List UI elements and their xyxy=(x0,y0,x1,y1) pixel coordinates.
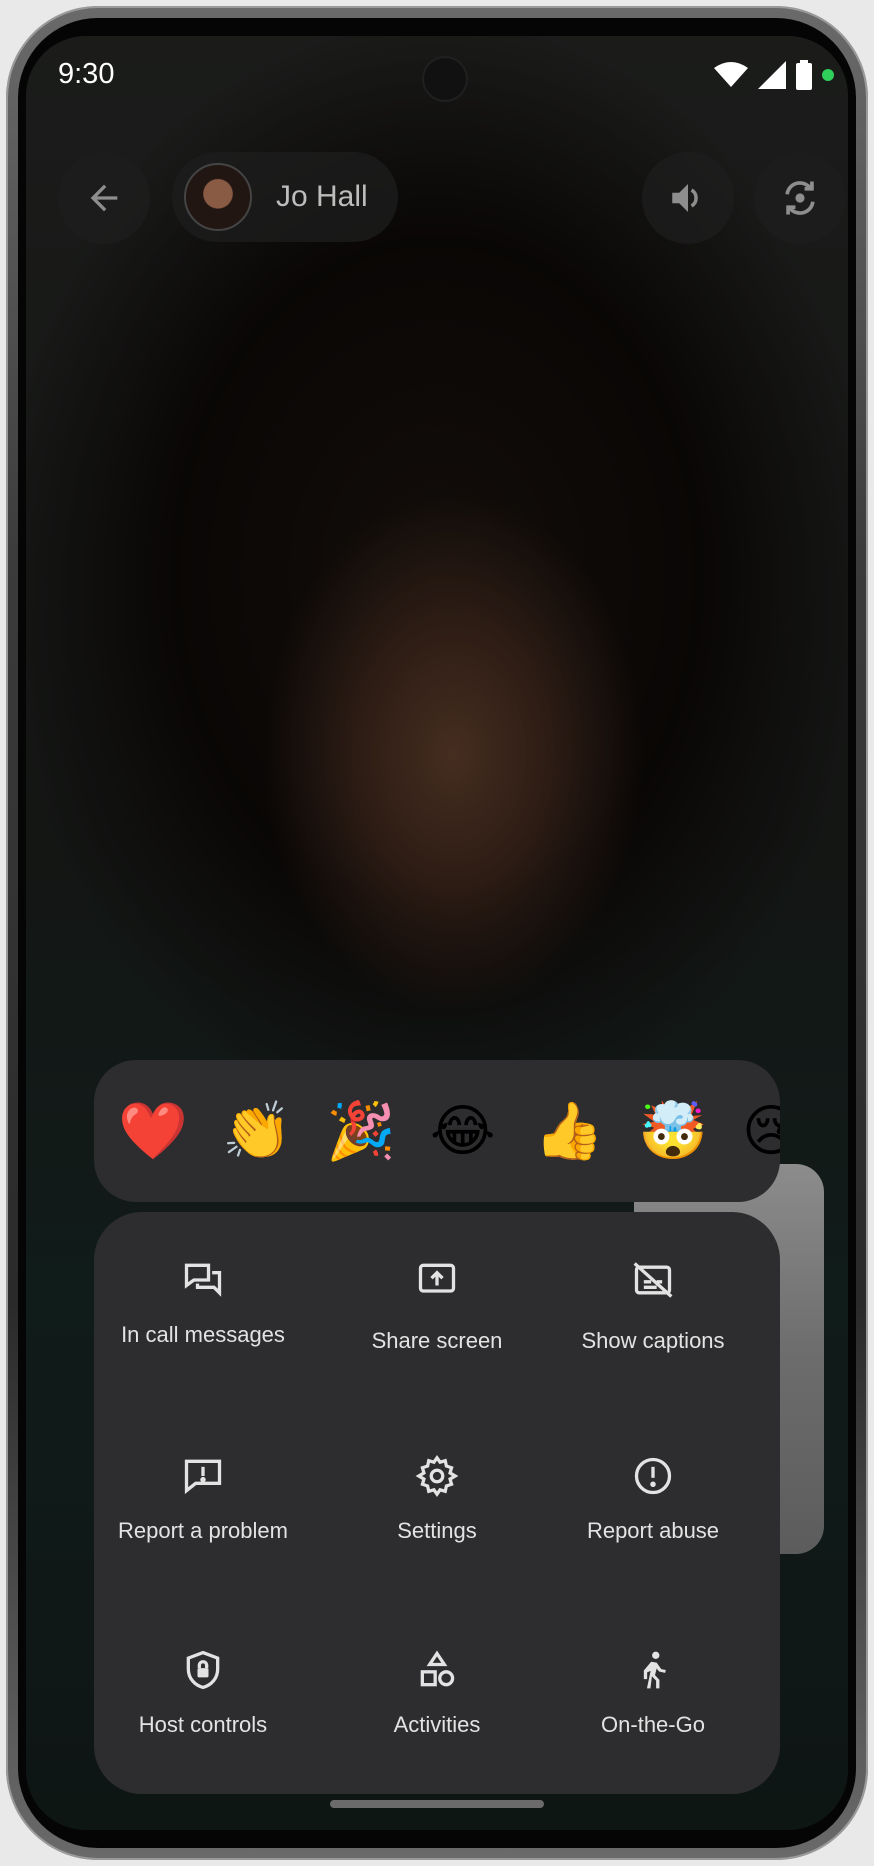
menu-label: Report a problem xyxy=(118,1518,288,1543)
menu-label: Show captions xyxy=(581,1328,725,1353)
front-camera xyxy=(424,58,466,100)
menu-label: Share screen xyxy=(371,1328,503,1353)
menu-item-show-captions[interactable]: Show captions xyxy=(548,1252,758,1357)
cell-signal-icon xyxy=(758,61,786,89)
walking-person-icon xyxy=(548,1642,758,1698)
menu-item-on-the-go[interactable]: On-the-Go xyxy=(548,1642,758,1741)
reaction-party[interactable]: 🎉 xyxy=(326,1096,430,1166)
menu-item-in-call-messages[interactable]: In call messages xyxy=(98,1252,308,1351)
call-options-menu: In call messages Share screen Show capti… xyxy=(94,1212,780,1794)
menu-label: On-the-Go xyxy=(601,1712,705,1737)
menu-label: In call messages xyxy=(121,1322,285,1347)
menu-item-host-controls[interactable]: Host controls xyxy=(98,1642,308,1741)
status-icons xyxy=(714,60,834,90)
menu-label: Settings xyxy=(397,1518,477,1543)
shapes-icon xyxy=(332,1642,542,1698)
shield-lock-icon xyxy=(98,1642,308,1698)
captions-off-icon xyxy=(548,1252,758,1308)
arrow-back-icon xyxy=(90,184,118,212)
reactions-track: ❤️ 👏 🎉 😂 👍 🤯 😢 xyxy=(118,1096,780,1166)
reaction-clap[interactable]: 👏 xyxy=(222,1096,326,1166)
reaction-heart[interactable]: ❤️ xyxy=(118,1096,222,1166)
back-button[interactable] xyxy=(58,152,150,244)
menu-item-report-abuse[interactable]: Report abuse xyxy=(548,1448,758,1547)
alert-circle-icon xyxy=(548,1448,758,1504)
gear-icon xyxy=(332,1448,542,1504)
reaction-laugh[interactable]: 😂 xyxy=(430,1096,534,1166)
menu-label: Host controls xyxy=(138,1712,268,1737)
switch-camera-button[interactable] xyxy=(754,152,846,244)
home-indicator[interactable] xyxy=(330,1800,544,1808)
participant-name: Jo Hall xyxy=(276,180,368,213)
flip-camera-icon xyxy=(785,181,815,215)
reaction-mind-blown[interactable]: 🤯 xyxy=(638,1096,742,1166)
chat-bubbles-icon xyxy=(98,1252,308,1308)
video-call-screen: 9:30 Jo Hall ❤️ 👏 🎉 😂 👍 🤯 😢 In call mess… xyxy=(26,36,848,1830)
volume-icon xyxy=(672,184,698,212)
reaction-cry[interactable]: 😢 xyxy=(742,1096,780,1166)
privacy-indicator-dot xyxy=(822,69,834,81)
battery-icon xyxy=(796,60,812,90)
menu-label: Activities xyxy=(393,1712,481,1737)
wifi-icon xyxy=(714,62,748,87)
share-screen-icon xyxy=(332,1252,542,1308)
report-feedback-icon xyxy=(98,1448,308,1504)
menu-item-share-screen[interactable]: Share screen xyxy=(332,1252,542,1357)
participant-chip[interactable]: Jo Hall xyxy=(172,152,398,242)
status-time: 9:30 xyxy=(58,58,115,90)
speaker-button[interactable] xyxy=(642,152,734,244)
participant-avatar xyxy=(184,163,252,231)
reactions-bar: ❤️ 👏 🎉 😂 👍 🤯 😢 xyxy=(94,1060,780,1202)
menu-item-report-problem[interactable]: Report a problem xyxy=(98,1448,308,1547)
menu-item-activities[interactable]: Activities xyxy=(332,1642,542,1741)
menu-item-settings[interactable]: Settings xyxy=(332,1448,542,1547)
menu-label: Report abuse xyxy=(586,1518,720,1543)
reaction-thumbs-up[interactable]: 👍 xyxy=(534,1096,638,1166)
